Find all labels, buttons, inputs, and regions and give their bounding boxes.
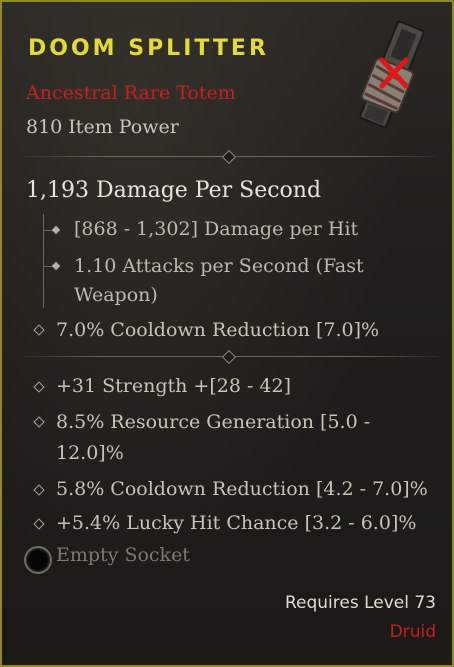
stat-tree-line xyxy=(43,214,44,308)
required-class: Druid xyxy=(389,622,436,642)
socket-label: Empty Socket xyxy=(56,544,190,566)
affix-resource-generation: 8.5% Resource Generation [5.0 - 12.0]% xyxy=(56,407,440,469)
socket-icon xyxy=(24,546,52,574)
branch-dot-icon xyxy=(51,261,61,271)
attacks-per-second: 1.10 Attacks per Second (Fast Weapon) xyxy=(74,252,364,310)
affix-resource-line1: 8.5% Resource Generation [5.0 - xyxy=(56,411,371,433)
attacks-per-second-line1: 1.10 Attacks per Second (Fast xyxy=(74,255,364,277)
affix-strength: +31 Strength +[28 - 42] xyxy=(56,375,292,397)
item-name: Doom Splitter xyxy=(28,36,269,61)
totem-icon xyxy=(359,20,425,128)
affix-cooldown: 5.8% Cooldown Reduction [4.2 - 7.0]% xyxy=(56,478,428,500)
bullet-icon xyxy=(33,381,45,393)
affix-resource-line2: 12.0]% xyxy=(56,442,124,464)
branch-dot-icon xyxy=(51,225,61,235)
implicit-cooldown: 7.0% Cooldown Reduction [7.0]% xyxy=(56,319,380,341)
required-level: Requires Level 73 xyxy=(284,593,436,613)
divider xyxy=(24,349,438,365)
bullet-icon xyxy=(33,416,45,428)
damage-per-hit: [868 - 1,302] Damage per Hit xyxy=(74,218,359,240)
bullet-icon xyxy=(33,518,45,530)
affix-lucky-hit: +5.4% Lucky Hit Chance [3.2 - 6.0]% xyxy=(56,512,417,534)
item-type: Ancestral Rare Totem xyxy=(26,82,236,104)
bullet-icon xyxy=(33,324,45,336)
divider xyxy=(24,149,438,165)
item-tooltip: Doom Splitter Ancestral Rare Totem 810 I… xyxy=(0,0,454,667)
bullet-icon xyxy=(33,484,45,496)
attacks-per-second-line2: Weapon) xyxy=(74,284,158,306)
damage-per-second: 1,193 Damage Per Second xyxy=(26,178,322,203)
item-power: 810 Item Power xyxy=(26,116,179,138)
